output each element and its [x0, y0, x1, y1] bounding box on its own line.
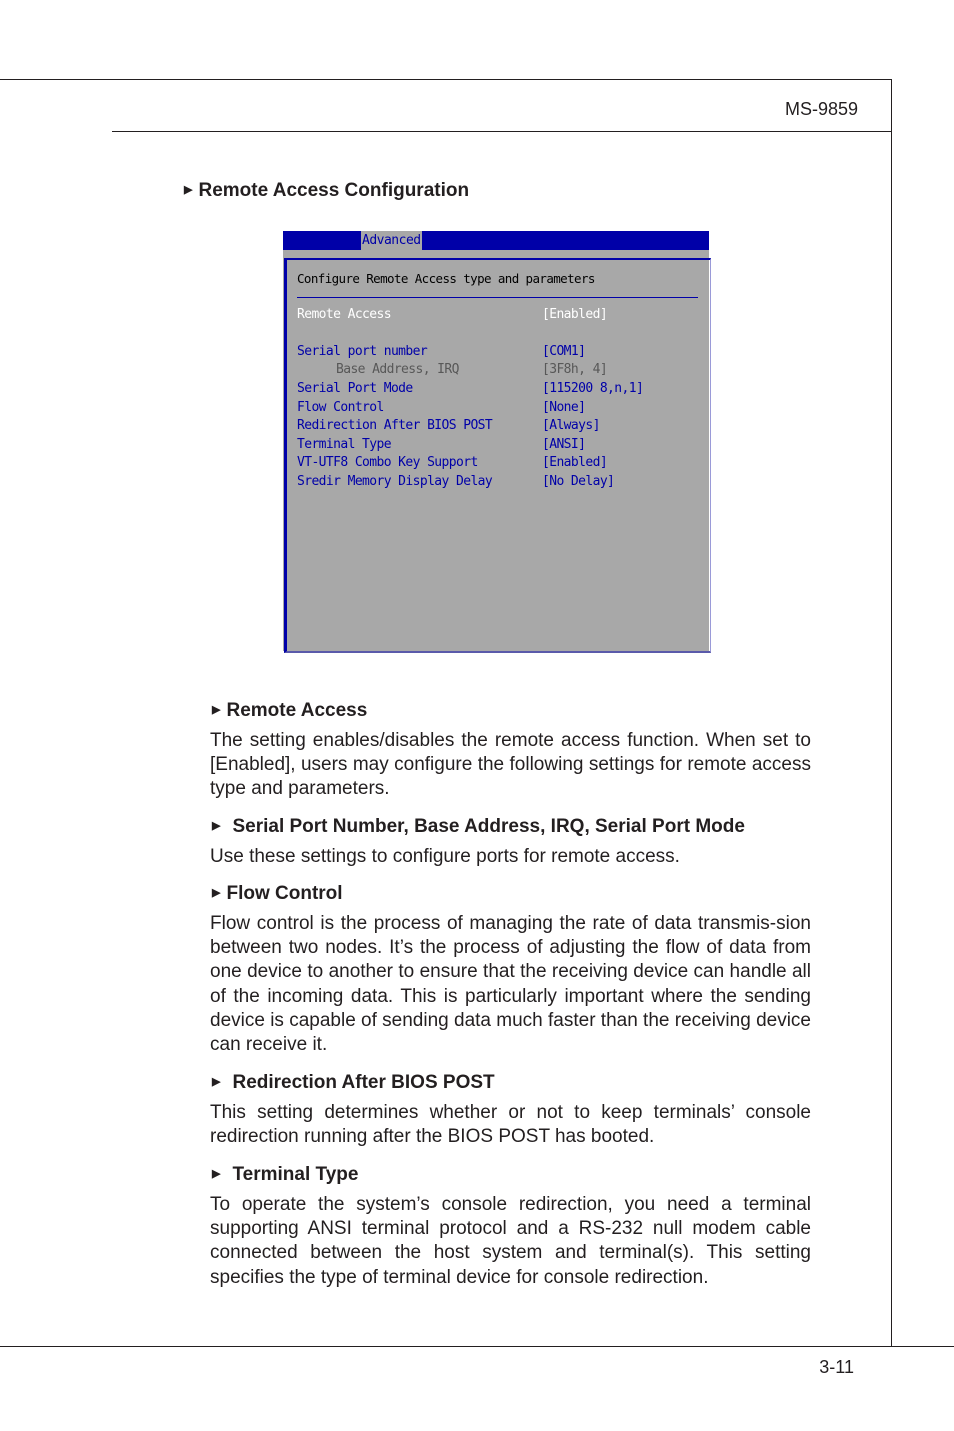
desc-title-redirection: ▶ Redirection After BIOS POST	[212, 1072, 495, 1094]
section-title: ▶ Remote Access Configuration	[184, 180, 469, 202]
bios-row-label: Redirection After BIOS POST	[297, 418, 493, 433]
triangle-right-icon: ▶	[212, 887, 221, 899]
desc-body-flow-control: Flow control is the process of managing …	[210, 913, 811, 1056]
triangle-right-icon: ▶	[212, 1076, 221, 1088]
triangle-right-icon: ▶	[212, 1168, 221, 1180]
bios-row-label: Flow Control	[297, 400, 384, 415]
bios-row-label: Serial Port Mode	[297, 381, 413, 396]
bios-row-value: [3F8h, 4]	[542, 362, 608, 377]
bios-row-label: Serial port number	[297, 344, 428, 359]
bios-row-value: [ANSI]	[542, 437, 586, 452]
bios-row-value: [None]	[542, 400, 586, 415]
triangle-right-icon: ▶	[212, 704, 221, 716]
bios-row-value: [Enabled]	[542, 455, 608, 470]
bios-row-value: [Always]	[542, 418, 600, 433]
page-frame-top-rule	[0, 79, 892, 80]
desc-title-serial-port: ▶ Serial Port Number, Base Address, IRQ, …	[212, 816, 745, 838]
section-title-text: Remote Access Configuration	[198, 180, 470, 201]
bios-settings-panel: Configure Remote Access type and paramet…	[284, 258, 711, 653]
bios-help-title: Configure Remote Access type and paramet…	[297, 271, 595, 286]
desc-title-terminal-type: ▶ Terminal Type	[212, 1164, 358, 1186]
bios-row-label: Terminal Type	[297, 437, 392, 452]
desc-body-redirection: This setting determines whether or not t…	[210, 1102, 811, 1148]
bios-screenshot: Advanced Configure Remote Access type an…	[283, 231, 711, 653]
model-number: MS-9859	[784, 99, 858, 119]
desc-body-terminal-type: To operate the system’s console redirect…	[210, 1194, 811, 1288]
page-number: 3-11	[819, 1357, 854, 1377]
bios-row-label: Sredir Memory Display Delay	[297, 474, 493, 489]
bios-row-label: Base Address, IRQ	[336, 362, 459, 377]
triangle-right-icon: ▶	[184, 184, 193, 196]
header-rule	[112, 131, 892, 132]
desc-title-remote-access: ▶ Remote Access	[212, 700, 367, 722]
bios-row-value: [COM1]	[542, 344, 586, 359]
desc-title-text: Remote Access	[226, 700, 368, 721]
page-frame-right-rule	[891, 79, 892, 1347]
bios-separator	[297, 297, 698, 298]
desc-body-remote-access: The setting enables/disables the remote …	[210, 730, 811, 800]
desc-title-text: Terminal Type	[232, 1164, 359, 1185]
footer-rule	[0, 1346, 954, 1347]
desc-body-serial-port: Use these settings to configure ports fo…	[210, 846, 680, 867]
bios-row-value: [Enabled]	[542, 307, 608, 322]
bios-row-label: VT-UTF8 Combo Key Support	[297, 455, 478, 470]
desc-title-text: Serial Port Number, Base Address, IRQ, S…	[232, 816, 745, 837]
desc-title-text: Redirection After BIOS POST	[232, 1072, 495, 1093]
bios-row-value: [115200 8,n,1]	[542, 381, 644, 396]
bios-row-value: [No Delay]	[542, 474, 615, 489]
desc-title-flow-control: ▶ Flow Control	[212, 883, 343, 905]
bios-tab-advanced[interactable]: Advanced	[361, 231, 422, 250]
desc-title-text: Flow Control	[226, 883, 343, 904]
bios-row-label: Remote Access	[297, 307, 392, 322]
triangle-right-icon: ▶	[212, 820, 221, 832]
bios-tab-bar: Advanced	[283, 231, 709, 250]
